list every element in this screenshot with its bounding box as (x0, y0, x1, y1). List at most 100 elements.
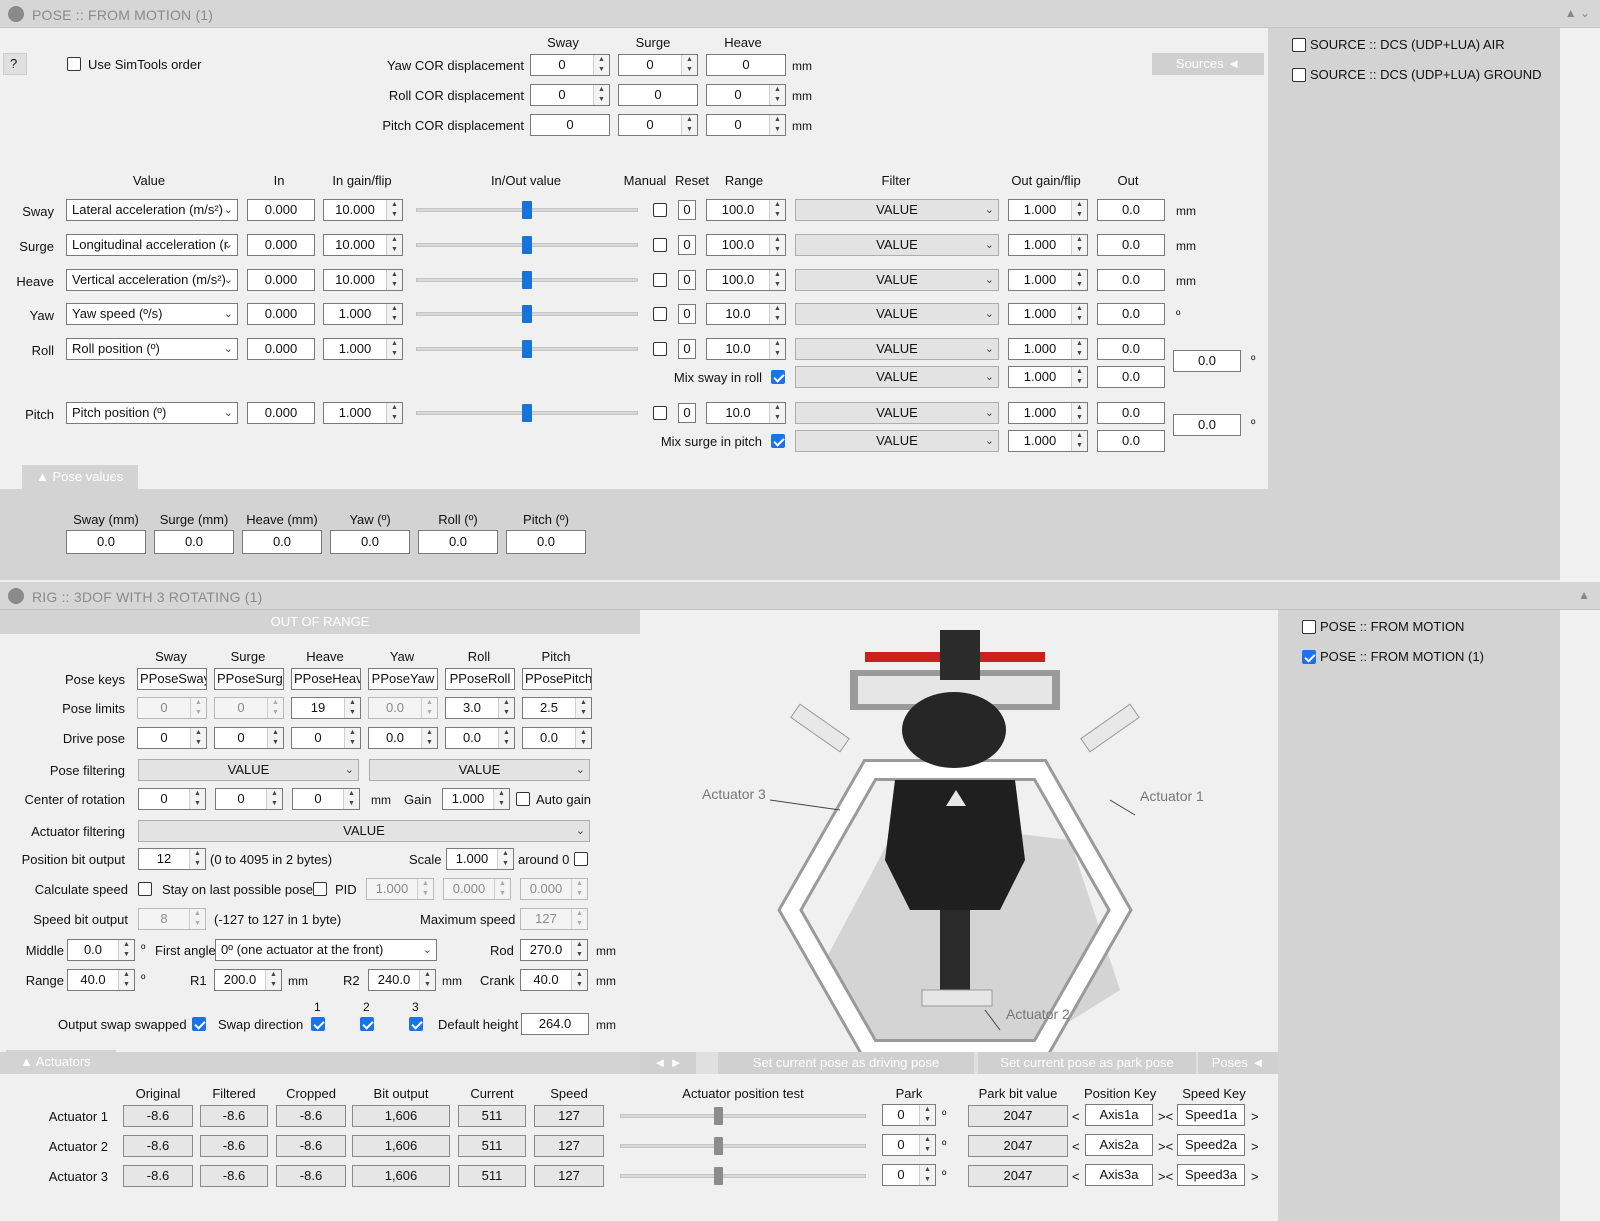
pid-i-spin[interactable]: 0.000 ▲ ▼ (443, 878, 511, 900)
surge-filter-select[interactable]: VALUE ⌄ (795, 234, 999, 256)
yaw-in-gain[interactable]: 1.000 ▲ ▼ (323, 303, 403, 325)
source-ground-checkbox[interactable] (1292, 68, 1306, 82)
heave-range-spin[interactable]: 100.0 ▲ ▼ (706, 269, 786, 291)
pitch-source-select[interactable]: Pitch position (º) ⌄ (66, 402, 238, 424)
mix-surge-checkbox[interactable] (771, 434, 785, 448)
roll-cor-sway[interactable]: 0 ▲ ▼ (530, 84, 610, 106)
pitch-out-gain[interactable]: 1.000 ▲ ▼ (1008, 402, 1088, 424)
surge-manual-checkbox[interactable] (653, 238, 667, 252)
heave-manual-checkbox[interactable] (653, 273, 667, 287)
actuator-2-speed-key-next[interactable]: > (1251, 1139, 1259, 1154)
actuator-2-key-swap[interactable]: >< (1158, 1139, 1173, 1154)
roll-out-gain[interactable]: 1.000 ▲ ▼ (1008, 338, 1088, 360)
yaw-out-gain[interactable]: 1.000 ▲ ▼ (1008, 303, 1088, 325)
actuator-1-test-slider[interactable] (714, 1107, 724, 1125)
mix-sway-filter[interactable]: VALUE ⌄ (795, 366, 999, 388)
pid-p-spin[interactable]: 1.000 ▲ ▼ (366, 878, 434, 900)
sway-inout-slider[interactable] (522, 201, 532, 219)
pose-limit-2[interactable]: 19 ▲ ▼ (291, 697, 361, 719)
rod-spin[interactable]: 270.0 ▲ ▼ (520, 939, 588, 961)
sway-manual-checkbox[interactable] (653, 203, 667, 217)
drive-pose-1[interactable]: 0 ▲ ▼ (214, 727, 284, 749)
stay-last-pose-checkbox[interactable] (313, 882, 327, 896)
heave-out-gain[interactable]: 1.000 ▲ ▼ (1008, 269, 1088, 291)
actuator-2-test-slider[interactable] (714, 1137, 724, 1155)
pose-key-3[interactable]: PPoseYaw (368, 668, 438, 690)
heave-reset-button[interactable]: 0 (678, 270, 696, 290)
sway-reset-button[interactable]: 0 (678, 200, 696, 220)
actuator-1-speed-key[interactable]: Speed1a (1177, 1104, 1245, 1126)
source-air-checkbox[interactable] (1292, 38, 1306, 52)
pose-limit-1[interactable]: 0 ▲ ▼ (214, 697, 284, 719)
pose-filtering-select-1[interactable]: VALUE ⌄ (138, 759, 359, 781)
heave-inout-slider[interactable] (522, 271, 532, 289)
maximum-speed-spin[interactable]: 127 ▲ ▼ (520, 908, 588, 930)
mix-surge-filter[interactable]: VALUE ⌄ (795, 430, 999, 452)
rig-collapse-icon[interactable]: ▲ (1578, 588, 1590, 602)
actuator-1-key-swap[interactable]: >< (1158, 1109, 1173, 1124)
surge-out-gain[interactable]: 1.000 ▲ ▼ (1008, 234, 1088, 256)
heave-in-gain[interactable]: 10.000 ▲ ▼ (323, 269, 403, 291)
actuator-3-pos-key[interactable]: Axis3a (1085, 1164, 1153, 1186)
actuator-2-pos-key[interactable]: Axis2a (1085, 1134, 1153, 1156)
range-spin[interactable]: 40.0 ▲ ▼ (67, 969, 135, 991)
actuator-1-test-track[interactable] (620, 1114, 866, 1118)
actuator-3-test-track[interactable] (620, 1174, 866, 1178)
roll-filter-select[interactable]: VALUE ⌄ (795, 338, 999, 360)
yaw-reset-button[interactable]: 0 (678, 304, 696, 324)
middle-spin[interactable]: 0.0 ▲ ▼ (67, 939, 135, 961)
actuator-1-speed-key-next[interactable]: > (1251, 1109, 1259, 1124)
drive-pose-4[interactable]: 0.0 ▲ ▼ (445, 727, 515, 749)
swap-direction-1-checkbox[interactable] (311, 1017, 325, 1031)
pose-from-motion-1-checkbox[interactable] (1302, 650, 1316, 664)
surge-source-select[interactable]: Longitudinal acceleration (r ⌄ (66, 234, 238, 256)
mix-sway-gain[interactable]: 1.000 ▲ ▼ (1008, 366, 1088, 388)
pitch-range-spin[interactable]: 10.0 ▲ ▼ (706, 402, 786, 424)
pitch-in-gain[interactable]: 1.000 ▲ ▼ (323, 402, 403, 424)
actuator-3-speed-key[interactable]: Speed3a (1177, 1164, 1245, 1186)
actuator-2-speed-key[interactable]: Speed2a (1177, 1134, 1245, 1156)
sway-in-gain[interactable]: 10.000 ▲ ▼ (323, 199, 403, 221)
actuator-1-pos-key[interactable]: Axis1a (1085, 1104, 1153, 1126)
pose-key-4[interactable]: PPoseRoll (445, 668, 515, 690)
yaw-manual-checkbox[interactable] (653, 307, 667, 321)
actuator-2-test-track[interactable] (620, 1144, 866, 1148)
viewport-nav-arrows[interactable]: ◄ ► (640, 1052, 696, 1074)
pose-key-1[interactable]: PPoseSurge (214, 668, 284, 690)
surge-range-spin[interactable]: 100.0 ▲ ▼ (706, 234, 786, 256)
heave-source-select[interactable]: Vertical acceleration (m/s²) ⌄ (66, 269, 238, 291)
pitch-filter-select[interactable]: VALUE ⌄ (795, 402, 999, 424)
swap-direction-2-checkbox[interactable] (360, 1017, 374, 1031)
actuator-2-pos-key-prev[interactable]: < (1072, 1139, 1080, 1154)
roll-inout-slider[interactable] (522, 340, 532, 358)
roll-cor-heave[interactable]: 0 ▲ ▼ (706, 84, 786, 106)
mix-sway-checkbox[interactable] (771, 370, 785, 384)
set-park-pose-button[interactable]: Set current pose as park pose (978, 1052, 1196, 1074)
pitch-manual-checkbox[interactable] (653, 406, 667, 420)
actuator-filtering-select[interactable]: VALUE ⌄ (138, 820, 590, 842)
yaw-filter-select[interactable]: VALUE ⌄ (795, 303, 999, 325)
yaw-source-select[interactable]: Yaw speed (º/s) ⌄ (66, 303, 238, 325)
rig-3d-viewport[interactable]: Actuator 3 Actuator 1 Actuator 2 (640, 610, 1278, 1052)
center-surge[interactable]: 0 ▲ ▼ (215, 788, 283, 810)
roll-manual-checkbox[interactable] (653, 342, 667, 356)
crank-spin[interactable]: 40.0 ▲ ▼ (520, 969, 588, 991)
sway-filter-select[interactable]: VALUE ⌄ (795, 199, 999, 221)
drive-pose-5[interactable]: 0.0 ▲ ▼ (522, 727, 592, 749)
center-heave[interactable]: 0 ▲ ▼ (292, 788, 360, 810)
pose-values-tab[interactable]: ▲ Pose values (22, 465, 138, 489)
use-simtools-order-checkbox[interactable] (67, 57, 81, 71)
r1-spin[interactable]: 200.0 ▲ ▼ (214, 969, 282, 991)
actuator-2-park-spin[interactable]: 0 ▲ ▼ (882, 1134, 936, 1156)
yaw-cor-sway[interactable]: 0 ▲ ▼ (530, 54, 610, 76)
pitch-cor-heave[interactable]: 0 ▲ ▼ (706, 114, 786, 136)
actuator-3-park-spin[interactable]: 0 ▲ ▼ (882, 1164, 936, 1186)
actuator-3-test-slider[interactable] (714, 1167, 724, 1185)
actuator-3-key-swap[interactable]: >< (1158, 1169, 1173, 1184)
help-button[interactable]: ? (3, 53, 27, 75)
pose-filtering-select-2[interactable]: VALUE ⌄ (369, 759, 590, 781)
auto-gain-checkbox[interactable] (516, 792, 530, 806)
surge-reset-button[interactable]: 0 (678, 235, 696, 255)
r2-spin[interactable]: 240.0 ▲ ▼ (368, 969, 436, 991)
pose-limit-3[interactable]: 0.0 ▲ ▼ (368, 697, 438, 719)
